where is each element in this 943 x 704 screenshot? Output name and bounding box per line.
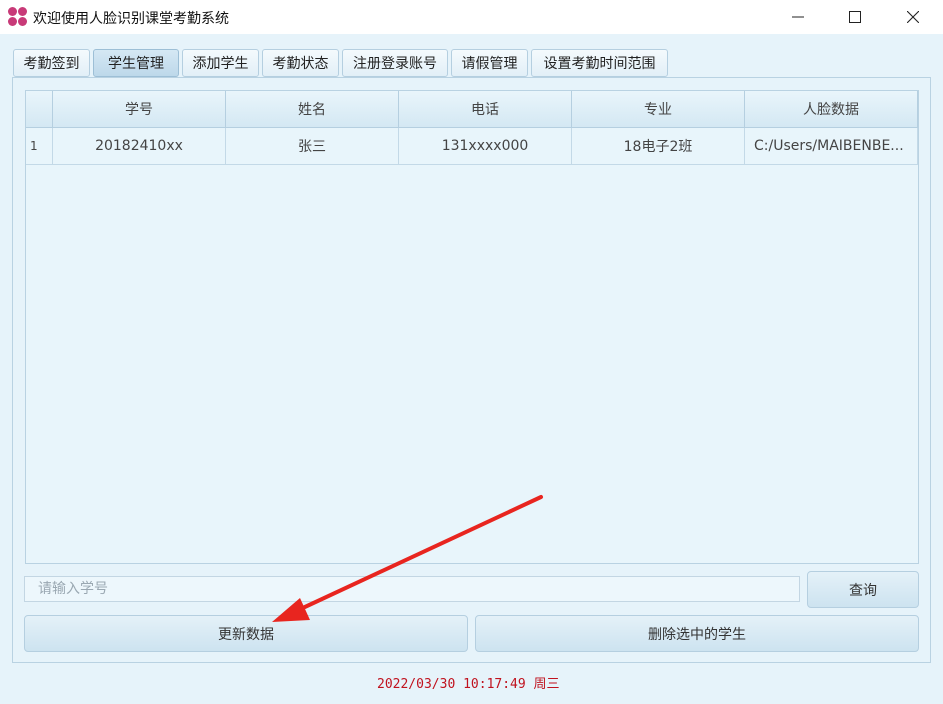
- tab-register-account[interactable]: 注册登录账号: [342, 49, 448, 77]
- refresh-data-button[interactable]: 更新数据: [24, 615, 468, 652]
- column-header-face-data[interactable]: 人脸数据: [745, 91, 918, 128]
- cell-face-data[interactable]: C:/Users/MAIBENBE...: [745, 128, 918, 165]
- close-icon: [907, 11, 919, 23]
- close-button[interactable]: [890, 0, 936, 34]
- tab-label: 设置考勤时间范围: [543, 56, 656, 72]
- minimize-icon: [792, 16, 804, 18]
- column-header-name[interactable]: 姓名: [226, 91, 399, 128]
- tab-label: 注册登录账号: [353, 56, 437, 72]
- delete-selected-student-button[interactable]: 删除选中的学生: [475, 615, 919, 652]
- tab-leave-management[interactable]: 请假管理: [451, 49, 528, 77]
- row-number[interactable]: 1: [26, 128, 53, 165]
- tab-label: 请假管理: [461, 56, 518, 72]
- tab-label: 学生管理: [108, 56, 164, 72]
- tab-label: 添加学生: [192, 56, 249, 72]
- tab-label: 考勤签到: [23, 56, 80, 72]
- tab-label: 考勤状态: [272, 56, 329, 72]
- title-bar: 欢迎使用人脸识别课堂考勤系统: [0, 0, 943, 34]
- tab-attendance-status[interactable]: 考勤状态: [262, 49, 339, 77]
- column-header-phone[interactable]: 电话: [399, 91, 572, 128]
- column-header-student-id[interactable]: 学号: [53, 91, 226, 128]
- cell-name[interactable]: 张三: [226, 128, 399, 165]
- maximize-icon: [849, 11, 861, 23]
- app-logo-icon: [8, 7, 28, 27]
- table-header: 学号 姓名 电话 专业 人脸数据: [26, 91, 918, 128]
- status-datetime: 2022/03/30 10:17:49 周三: [377, 677, 560, 692]
- maximize-button[interactable]: [832, 0, 878, 34]
- student-table[interactable]: 学号 姓名 电话 专业 人脸数据 1 20182410xx 张三 131xxxx…: [25, 90, 919, 564]
- tab-attendance-checkin[interactable]: 考勤签到: [13, 49, 90, 77]
- tab-student-management[interactable]: 学生管理: [93, 49, 179, 77]
- table-row[interactable]: 1 20182410xx 张三 131xxxx000 18电子2班 C:/Use…: [26, 128, 918, 165]
- cell-major[interactable]: 18电子2班: [572, 128, 745, 165]
- row-number-header: [26, 91, 53, 128]
- tab-add-student[interactable]: 添加学生: [182, 49, 259, 77]
- minimize-button[interactable]: [775, 0, 821, 34]
- tab-attendance-time-range[interactable]: 设置考勤时间范围: [531, 49, 668, 77]
- window-title: 欢迎使用人脸识别课堂考勤系统: [33, 11, 229, 27]
- cell-student-id[interactable]: 20182410xx: [53, 128, 226, 165]
- student-id-search-input[interactable]: [24, 576, 800, 602]
- column-header-major[interactable]: 专业: [572, 91, 745, 128]
- cell-phone[interactable]: 131xxxx000: [399, 128, 572, 165]
- query-button[interactable]: 查询: [807, 571, 919, 608]
